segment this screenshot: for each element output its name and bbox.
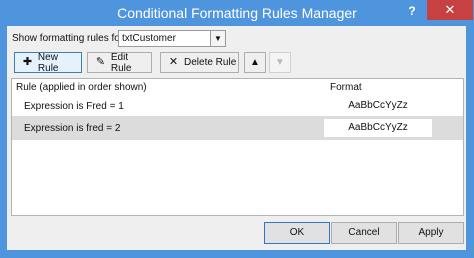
ok-button[interactable]: OK [264, 222, 330, 244]
rules-list: Rule (applied in order shown) Format Exp… [11, 78, 464, 216]
arrow-up-icon: ▲ [250, 57, 260, 68]
rules-toolbar: ✚ New Rule ✎ Edit Rule ✕ Delete Rule ▲ ▼ [10, 50, 463, 76]
title-bar: Conditional Formatting Rules Manager ? ✕ [0, 0, 474, 26]
new-rule-label: New Rule [37, 51, 59, 74]
edit-rule-button[interactable]: ✎ Edit Rule [87, 51, 152, 74]
rule-text: Expression is fred = 2 [24, 123, 121, 134]
format-column-header: Format [330, 82, 362, 93]
rule-row[interactable]: Expression is fred = 2 AaBbCcYyZz [12, 116, 463, 140]
arrow-down-icon: ▼ [275, 57, 285, 68]
rule-text: Expression is Fred = 1 [24, 101, 124, 112]
help-button[interactable]: ? [405, 4, 419, 18]
show-rules-label: Show formatting rules for: [12, 33, 126, 44]
move-up-button[interactable]: ▲ [244, 52, 266, 73]
move-down-button[interactable]: ▼ [269, 52, 291, 73]
dialog-window: Conditional Formatting Rules Manager ? ✕… [0, 0, 474, 258]
dialog-title: Conditional Formatting Rules Manager [117, 5, 357, 21]
delete-icon: ✕ [168, 56, 179, 68]
edit-rule-label: Edit Rule [110, 51, 132, 74]
rule-row[interactable]: Expression is Fred = 1 AaBbCcYyZz [12, 94, 463, 118]
rule-column-header: Rule (applied in order shown) [16, 82, 147, 93]
apply-button[interactable]: Apply [398, 222, 464, 244]
chevron-down-icon[interactable]: ▼ [210, 31, 225, 46]
new-rule-icon: ✚ [22, 56, 33, 68]
format-preview: AaBbCcYyZz [324, 97, 432, 115]
show-rules-value: txtCustomer [122, 33, 176, 44]
cancel-button[interactable]: Cancel [331, 222, 397, 244]
new-rule-button[interactable]: ✚ New Rule [14, 51, 82, 74]
format-preview: AaBbCcYyZz [324, 119, 432, 137]
delete-rule-label: Delete Rule [184, 57, 237, 68]
dialog-body: Show formatting rules for: txtCustomer ▼… [7, 26, 466, 250]
edit-rule-icon: ✎ [95, 56, 106, 68]
close-button[interactable]: ✕ [427, 0, 473, 20]
show-rules-dropdown[interactable]: txtCustomer ▼ [118, 30, 226, 47]
delete-rule-button[interactable]: ✕ Delete Rule [160, 52, 239, 73]
